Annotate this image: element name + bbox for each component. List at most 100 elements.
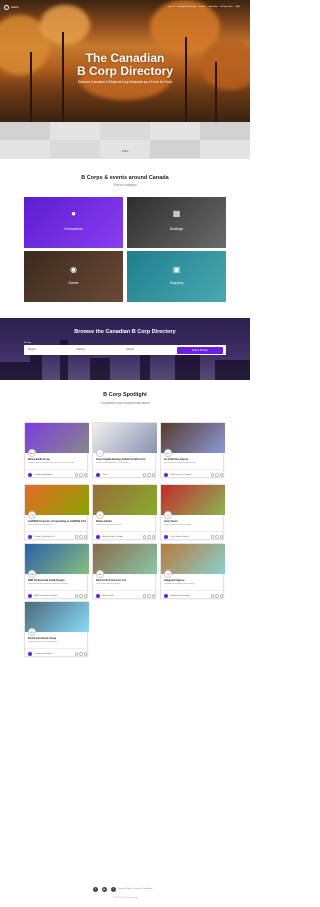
- spotlight-card[interactable]: VG Valeguard Agency Sustainable branding a…: [160, 543, 225, 599]
- event-icon: ◉: [70, 265, 77, 274]
- share-icon[interactable]: [215, 594, 219, 598]
- bookmark-icon[interactable]: [151, 535, 155, 539]
- category-label: Shopping: [169, 281, 184, 285]
- nav-link-faq[interactable]: FAQ: [236, 6, 240, 8]
- share-icon[interactable]: [215, 535, 219, 539]
- spotlight-card[interactable]: NK Nature Kinder Natural play learning for…: [92, 484, 157, 540]
- card-image: [161, 485, 225, 515]
- category-shopping[interactable]: ▣ Shopping: [127, 251, 226, 302]
- category-label: Environment: [64, 227, 83, 231]
- card-company: Community Builders: [34, 652, 53, 655]
- spotlight-card[interactable]: CV Civic Vision Digital trust & civic tech…: [160, 484, 225, 541]
- region-select[interactable]: Region: [28, 348, 36, 351]
- card-footer: BNR Professional Design: [25, 590, 89, 600]
- card-description: Digital trust & civic technology: [164, 523, 191, 526]
- heart-icon[interactable]: [142, 535, 146, 539]
- card-footer: Coast: [93, 469, 157, 479]
- heart-icon[interactable]: [142, 594, 146, 598]
- bookmark-icon[interactable]: [219, 535, 223, 539]
- heart-icon[interactable]: [74, 594, 78, 598]
- category-events[interactable]: ◉ Events: [24, 251, 123, 302]
- company-logo: WEG: [28, 449, 36, 457]
- logo-icon[interactable]: [4, 5, 9, 10]
- copyright: © 2024 The B Corp Group: [112, 897, 138, 899]
- card-company: Bark and Fitz: [102, 594, 115, 597]
- bookmark-icon[interactable]: [219, 594, 223, 598]
- card-image: [93, 485, 157, 515]
- card-company: Collective Co. Canada: [170, 473, 191, 476]
- author-avatar: [96, 473, 100, 477]
- company-logo: VG: [164, 570, 172, 578]
- heart-icon[interactable]: [210, 535, 214, 539]
- bookmark-icon[interactable]: [151, 473, 155, 477]
- nav-search-link[interactable]: Search: [11, 6, 19, 9]
- card-footer: Change Clothing & Co.: [25, 531, 89, 541]
- nav-link-about[interactable]: About: [169, 6, 175, 8]
- bookmark-icon[interactable]: [151, 594, 155, 598]
- spotlight-card[interactable]: BNR BNR Professional Grade Design Professi…: [24, 543, 89, 600]
- search-input[interactable]: Search: [126, 348, 134, 351]
- share-icon[interactable]: [147, 535, 151, 539]
- card-footer: Collective Co. Canada: [161, 469, 225, 479]
- twitter-icon[interactable]: t: [111, 887, 116, 892]
- card-description: Member-owned financial cooperative: [96, 461, 129, 464]
- share-icon[interactable]: [79, 594, 83, 598]
- author-avatar: [164, 594, 168, 598]
- card-image: [161, 423, 225, 453]
- heart-icon[interactable]: [74, 473, 78, 477]
- company-logo: SoC: [164, 449, 172, 457]
- spotlight-card[interactable]: CH CHANGE Group for Ltd operating as CHAN…: [24, 484, 89, 541]
- card-image: [25, 423, 89, 453]
- find-button[interactable]: Find a B Corp: [177, 346, 223, 354]
- nav-link-tools[interactable]: BCorp Tools: [221, 6, 233, 8]
- company-logo: CH: [28, 511, 36, 519]
- author-avatar: [28, 594, 32, 598]
- card-footer: Bark and Fitz: [93, 590, 157, 600]
- footer-links[interactable]: Privacy Policy · Terms & Conditions: [118, 888, 152, 890]
- share-icon[interactable]: [147, 473, 151, 477]
- heart-icon[interactable]: [74, 652, 78, 656]
- nav-link-join[interactable]: Join Now: [209, 6, 218, 8]
- nav-link-directory[interactable]: Canadian Directory: [177, 6, 196, 8]
- bookmark-icon[interactable]: [83, 473, 87, 477]
- share-icon[interactable]: [79, 473, 83, 477]
- card-image: [161, 544, 225, 574]
- card-description: Ethical clothing and apparel: [28, 523, 53, 526]
- bookmark-icon[interactable]: [83, 652, 87, 656]
- band-tile: [100, 122, 150, 140]
- heart-icon[interactable]: [142, 473, 146, 477]
- heart-icon[interactable]: [74, 535, 78, 539]
- hero-title-line2: B Corp Directory: [76, 64, 174, 78]
- facebook-icon[interactable]: f: [93, 887, 98, 892]
- spotlight-title: B Corp Spotlight: [103, 392, 147, 398]
- card-footer: Civic Vision Canada: [161, 531, 225, 541]
- share-icon[interactable]: [79, 535, 83, 539]
- top-nav: Search About Canadian Directory Events J…: [0, 4, 250, 12]
- nav-link-events[interactable]: Events: [199, 6, 206, 8]
- youtube-icon[interactable]: ▶: [102, 887, 107, 892]
- category-environment[interactable]: ● Environment: [24, 197, 123, 248]
- share-icon[interactable]: [79, 652, 83, 656]
- bookmark-icon[interactable]: [83, 594, 87, 598]
- author-avatar: [28, 652, 32, 656]
- industry-select[interactable]: Industry: [76, 348, 85, 351]
- spotlight-card[interactable]: SIG Social Investment Group Impact investi…: [24, 601, 89, 657]
- share-icon[interactable]: [215, 473, 219, 477]
- heart-icon[interactable]: [210, 473, 214, 477]
- card-description: Social impact consulting and design: [164, 461, 196, 464]
- spotlight-card[interactable]: B&F Bark & Fitz Provisions Ltd Natural pet…: [92, 543, 157, 600]
- author-avatar: [96, 535, 100, 539]
- hero-banner: Search About Canadian Directory Events J…: [0, 0, 250, 122]
- spotlight-card[interactable]: cc Coast Capital Savings Federal Credit U…: [92, 422, 157, 479]
- logo-band: 1010: [0, 122, 250, 159]
- heart-icon[interactable]: [210, 594, 214, 598]
- card-company: Valeguard Consulting: [170, 594, 190, 597]
- spotlight-card[interactable]: SoC So Collective Agency Social impact con…: [160, 422, 225, 479]
- spotlight-card[interactable]: WEG Whole Earth Group Organic food & susta…: [24, 422, 89, 478]
- browse-badge: B Corp: [24, 342, 31, 344]
- share-icon[interactable]: [147, 594, 151, 598]
- card-description: Natural pet food & supplies: [96, 582, 121, 585]
- bookmark-icon[interactable]: [219, 473, 223, 477]
- bookmark-icon[interactable]: [83, 535, 87, 539]
- category-buildings[interactable]: ▦ Buildings: [127, 197, 226, 248]
